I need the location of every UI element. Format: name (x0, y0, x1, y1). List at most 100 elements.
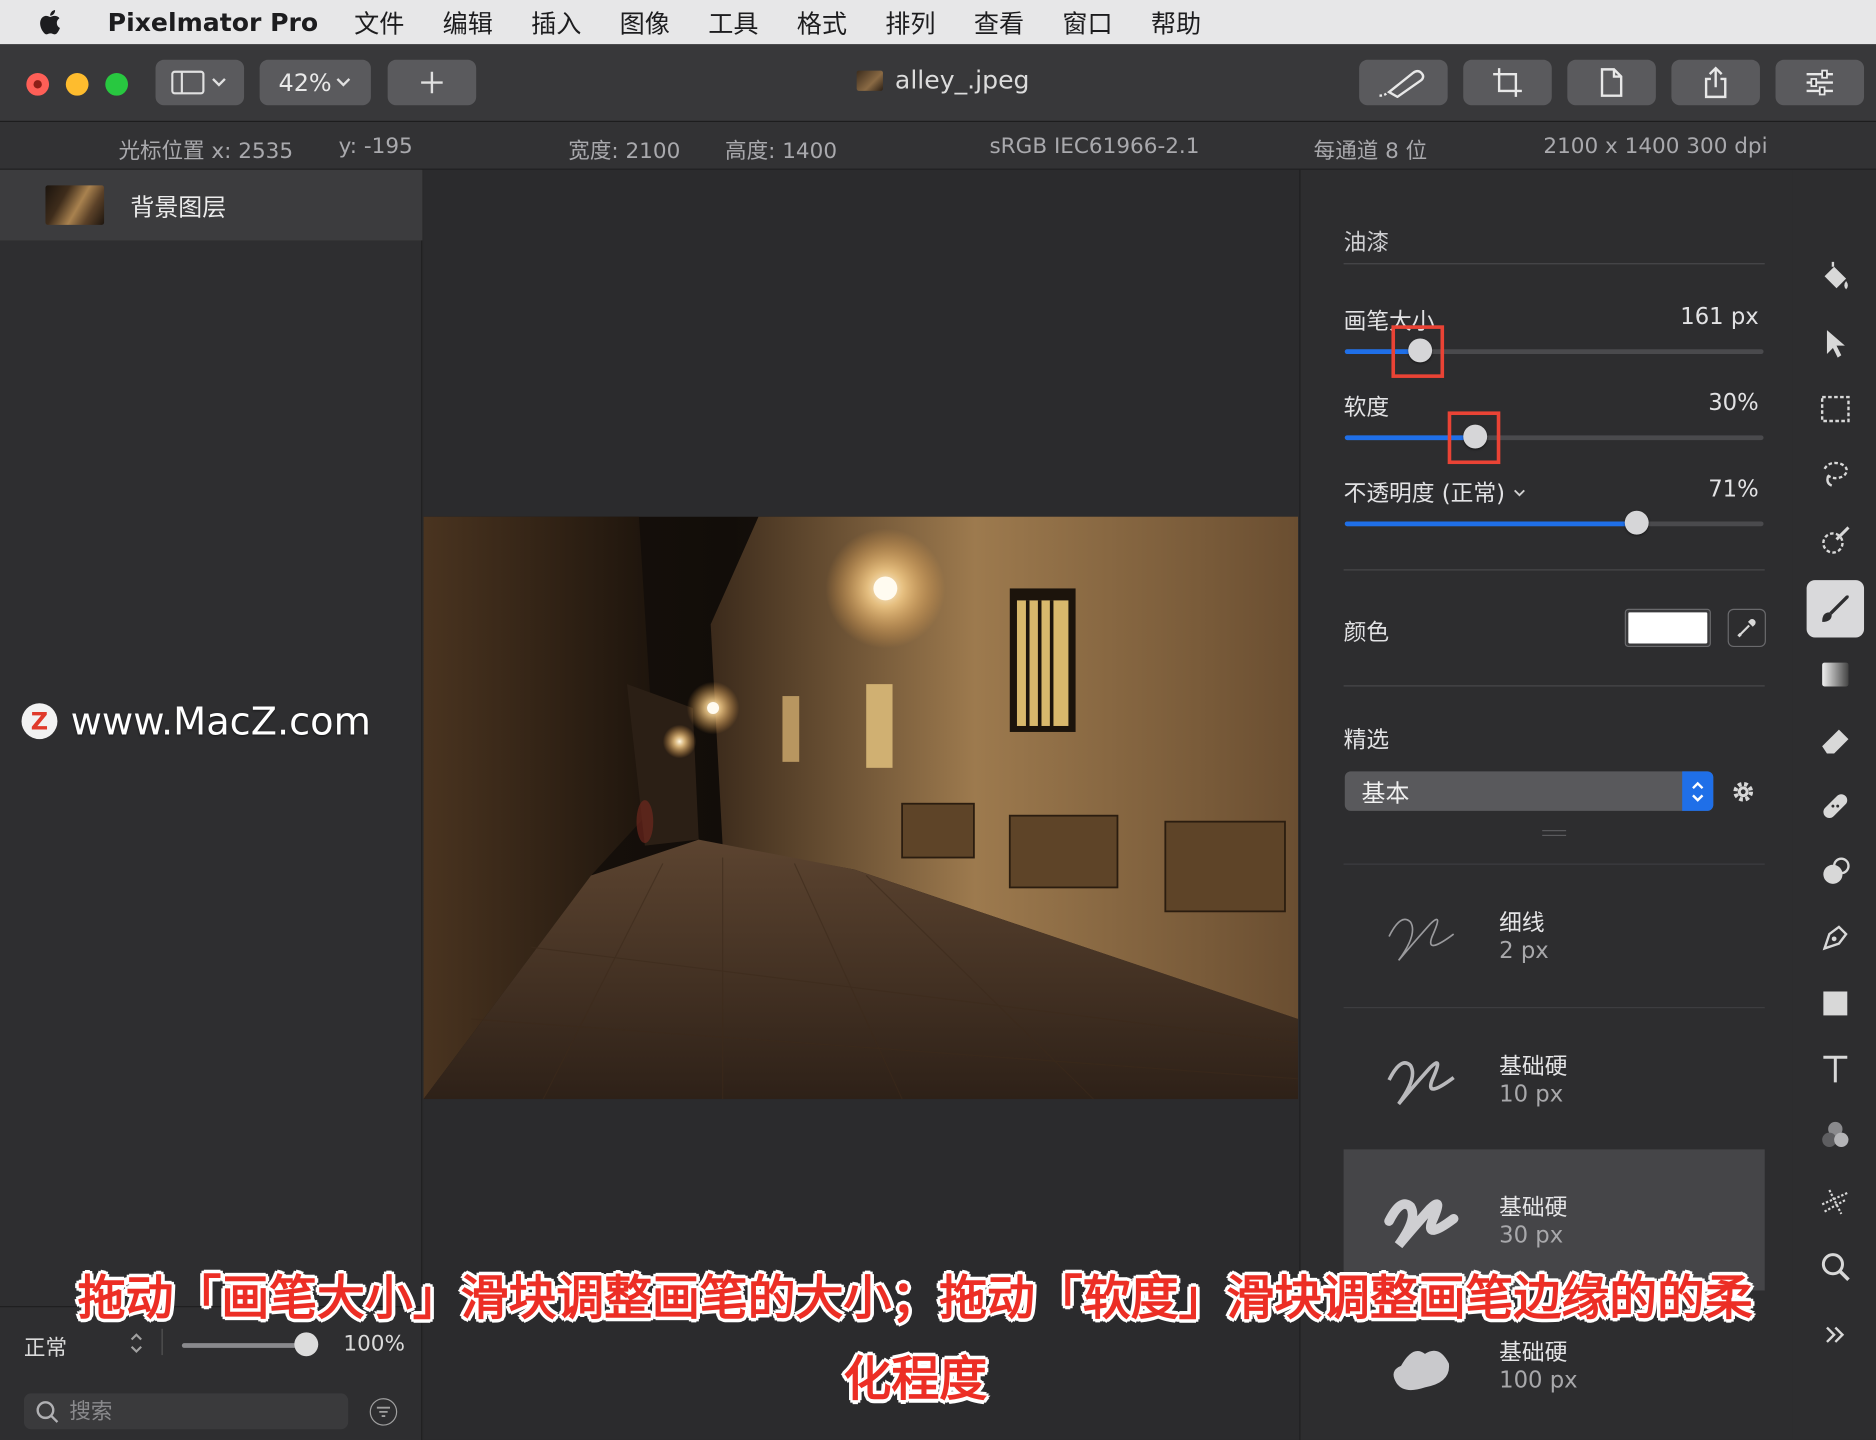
share-button[interactable] (1671, 59, 1760, 106)
section-title: 油漆 (1343, 229, 1390, 256)
menu-file[interactable]: 文件 (354, 4, 404, 40)
brush-size: 30 px (1499, 1222, 1564, 1249)
brush-preset-value: 基本 (1361, 778, 1410, 808)
menu-tools[interactable]: 工具 (708, 4, 758, 40)
opacity-knob[interactable] (1624, 510, 1649, 535)
type-icon[interactable] (1807, 1041, 1864, 1098)
layer-name: 背景图层 (130, 192, 227, 222)
close-window-button[interactable] (26, 72, 50, 96)
presets-label: 精选 (1343, 727, 1390, 754)
brush-name: 细线 (1499, 910, 1545, 937)
color-well[interactable] (1624, 608, 1711, 648)
drag-handle[interactable] (1542, 830, 1567, 837)
brush-size: 2 px (1499, 937, 1549, 964)
layer-row[interactable]: 背景图层 (0, 169, 423, 241)
add-button[interactable] (387, 59, 477, 106)
crop-icon (1493, 68, 1522, 97)
cursor-y-readout: y: -195 (338, 133, 413, 160)
brush-stroke-preview (1384, 1199, 1459, 1249)
shape-icon[interactable] (1807, 975, 1864, 1032)
caption-line-2: 化程度 (843, 1352, 988, 1408)
watermark: Z www.MacZ.com (21, 698, 371, 744)
opacity-slider[interactable] (1344, 510, 1764, 535)
paint-settings-panel: 油漆 画笔大小 161 px 软度 30% 不透明度 (正常) 71% 颜色 精… (1299, 169, 1793, 1440)
softness-label: 软度 (1343, 394, 1390, 421)
menu-format[interactable]: 格式 (797, 4, 847, 40)
tutorial-caption: 拖动「画笔大小」滑块调整画笔的大小；拖动「软度」滑块调整画笔边缘的的柔 化程度 (0, 1258, 1831, 1421)
caption-line-1: 拖动「画笔大小」滑块调整画笔的大小；拖动「软度」滑块调整画笔边缘的的柔 (77, 1271, 1753, 1327)
watermark-text: www.MacZ.com (70, 698, 371, 744)
menu-bar: Pixelmator Pro 文件 编辑 插入 图像 工具 格式 排列 查看 窗… (0, 0, 1876, 45)
rectangle-select-icon[interactable] (1807, 380, 1864, 437)
opacity-fill (1344, 521, 1637, 527)
document-title: alley_.jpeg (856, 65, 1030, 95)
brush-size-value: 161 px (1680, 303, 1759, 331)
arrange-arrow-icon[interactable] (1807, 315, 1864, 372)
divider (1343, 569, 1765, 571)
menu-view[interactable]: 查看 (974, 4, 1024, 40)
brush-preset-item[interactable]: 细线 2 px (1344, 865, 1765, 1006)
document-icon (1600, 68, 1623, 97)
paint-bucket-icon[interactable] (1807, 249, 1864, 306)
document-name: alley_.jpeg (894, 65, 1030, 95)
zoom-value: 42% (278, 68, 332, 97)
zoom-window-button[interactable] (105, 72, 129, 96)
share-icon (1704, 66, 1727, 99)
menu-help[interactable]: 帮助 (1151, 4, 1201, 40)
alley-photo[interactable] (423, 516, 1299, 1100)
divider (1343, 263, 1765, 265)
document-thumbnail (856, 69, 883, 91)
zoom-dropdown[interactable]: 42% (259, 59, 371, 106)
edit-tool-button[interactable] (1359, 59, 1448, 106)
document-button[interactable] (1567, 59, 1656, 106)
layers-panel: 背景图层 Z www.MacZ.com 正常 100% (0, 169, 423, 1440)
brush-size-highlight (1391, 325, 1445, 378)
brush-name: 基础硬 (1499, 1194, 1568, 1222)
eyedropper-icon (1737, 619, 1756, 638)
bit-depth-readout: 每通道 8 位 (1313, 138, 1428, 164)
opacity-value: 71% (1708, 476, 1759, 503)
gear-icon[interactable] (1729, 777, 1758, 810)
image-height-readout: 高度: 1400 (725, 138, 838, 164)
brush-preset-item[interactable]: 基础硬 10 px (1344, 1008, 1765, 1149)
menu-edit[interactable]: 编辑 (443, 4, 493, 40)
adjustments-button[interactable] (1775, 59, 1865, 106)
menu-arrange[interactable]: 排列 (885, 4, 935, 40)
menu-insert[interactable]: 插入 (531, 4, 581, 40)
eraser-icon[interactable] (1807, 712, 1864, 769)
softness-slider[interactable] (1344, 424, 1764, 449)
layer-thumbnail (45, 185, 105, 225)
pen-icon[interactable] (1807, 909, 1864, 966)
cursor-x-readout: 光标位置 x: 2535 (118, 138, 294, 164)
info-bar: 光标位置 x: 2535 y: -195 宽度: 2100 高度: 1400 s… (0, 121, 1876, 170)
plus-icon (421, 71, 443, 94)
softness-value: 30% (1708, 389, 1759, 417)
minimize-window-button[interactable] (65, 72, 89, 96)
opacity-mode-dropdown[interactable]: 不透明度 (正常) (1344, 476, 1527, 508)
tool-strip (1792, 169, 1876, 1440)
menu-window[interactable]: 窗口 (1062, 4, 1112, 40)
color-adjust-icon[interactable] (1807, 1106, 1864, 1163)
chevron-down-icon (1513, 489, 1525, 496)
sidebar-toggle-icon (171, 70, 226, 95)
brush-preset-select[interactable]: 基本 (1344, 771, 1714, 811)
menu-image[interactable]: 图像 (620, 4, 670, 40)
divider (1343, 685, 1765, 687)
brush-name: 基础硬 (1499, 1053, 1568, 1080)
apple-icon[interactable] (38, 7, 91, 37)
paint-brush-icon[interactable] (1806, 580, 1865, 638)
quick-select-icon[interactable] (1807, 512, 1864, 569)
eyedropper-button[interactable] (1727, 608, 1766, 648)
crop-button[interactable] (1463, 59, 1552, 106)
repair-icon[interactable] (1807, 777, 1864, 834)
image-width-readout: 宽度: 2100 (568, 138, 681, 164)
color-swatch (1628, 612, 1708, 644)
gradient-icon[interactable] (1807, 646, 1864, 703)
menu-app-name[interactable]: Pixelmator Pro (108, 8, 318, 37)
sidebar-toggle-button[interactable] (155, 59, 245, 106)
brush-stroke-preview (1387, 1061, 1455, 1106)
canvas[interactable] (423, 169, 1300, 1440)
clone-icon[interactable] (1807, 843, 1864, 900)
lasso-icon[interactable] (1807, 446, 1864, 503)
distort-icon[interactable] (1807, 1172, 1864, 1229)
